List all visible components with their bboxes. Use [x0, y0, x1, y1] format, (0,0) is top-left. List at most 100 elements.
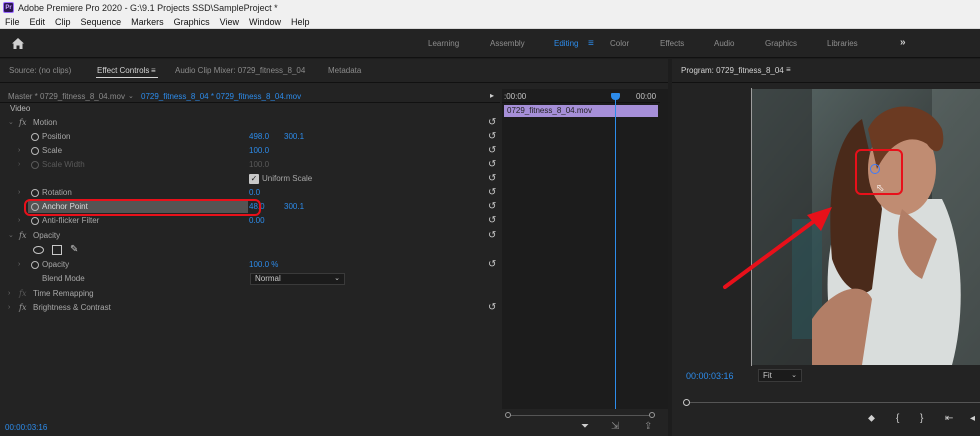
ruler-start-time: :00:00 — [504, 92, 527, 101]
fx-icon[interactable]: fx — [19, 116, 26, 130]
tab-metadata[interactable]: Metadata — [328, 66, 361, 75]
zoom-handle-right[interactable] — [649, 412, 655, 418]
workspace-learning[interactable]: Learning — [428, 39, 459, 48]
workspace-color[interactable]: Color — [610, 39, 629, 48]
share-icon[interactable]: ⇪ — [644, 421, 652, 432]
stopwatch-icon[interactable] — [31, 217, 39, 225]
scale-value[interactable]: 100.0 — [249, 144, 269, 158]
tab-effect-controls[interactable]: Effect Controls — [97, 66, 149, 75]
uniform-scale-checkbox[interactable]: ✓ — [249, 174, 259, 184]
reset-anti-flicker-icon[interactable]: ↺ — [488, 214, 496, 228]
reset-motion-icon[interactable]: ↺ — [488, 116, 496, 130]
more-workspaces-icon[interactable]: » — [900, 37, 906, 48]
position-x-value[interactable]: 498.0 — [249, 130, 269, 144]
export-icon[interactable]: ⇲ — [611, 421, 619, 432]
zoom-track[interactable] — [511, 415, 649, 416]
workspace-effects[interactable]: Effects — [660, 39, 684, 48]
program-title[interactable]: Program: 0729_fitness_8_04 — [681, 66, 784, 75]
reset-opacity-icon[interactable]: ↺ — [488, 258, 496, 272]
filter-icon[interactable]: ⏷ — [581, 421, 589, 432]
go-to-in-icon[interactable]: ⇤ — [945, 413, 953, 424]
clip-dropdown-icon[interactable]: ⌄ — [128, 92, 134, 100]
pen-mask-icon[interactable]: ✎ — [70, 243, 78, 257]
timeline-ruler[interactable]: :00:00 00:00 — [502, 89, 660, 103]
effect-brightness-contrast[interactable]: › fx Brightness & Contrast ↺ — [0, 301, 500, 315]
stopwatch-icon[interactable] — [31, 261, 39, 269]
workspace-graphics[interactable]: Graphics — [765, 39, 797, 48]
collapse-triangle-icon[interactable]: ⌄ — [8, 229, 14, 243]
menu-markers[interactable]: Markers — [126, 17, 169, 27]
current-timecode[interactable]: 00:00:03:16 — [5, 423, 47, 432]
reset-opacity-effect-icon[interactable]: ↺ — [488, 229, 496, 243]
home-icon[interactable] — [11, 37, 25, 50]
reset-rotation-icon[interactable]: ↺ — [488, 186, 496, 200]
rectangle-mask-icon[interactable] — [52, 245, 62, 255]
effect-time-remapping[interactable]: › fx Time Remapping — [0, 287, 500, 301]
menu-bar: File Edit Clip Sequence Markers Graphics… — [0, 15, 980, 29]
menu-help[interactable]: Help — [286, 17, 315, 27]
effect-motion[interactable]: ⌄ fx Motion ↺ — [0, 116, 500, 130]
effect-opacity[interactable]: ⌄ fx Opacity ↺ — [0, 229, 500, 243]
reset-position-icon[interactable]: ↺ — [488, 130, 496, 144]
stopwatch-icon[interactable] — [31, 133, 39, 141]
program-menu-icon[interactable]: ≡ — [786, 65, 791, 74]
program-playhead-handle[interactable] — [683, 399, 690, 406]
playhead[interactable] — [615, 97, 616, 409]
blend-mode-label: Blend Mode — [42, 274, 85, 283]
add-marker-icon[interactable]: ⬥ — [868, 413, 875, 424]
mark-in-icon[interactable]: { — [896, 413, 899, 424]
step-back-icon[interactable]: ◂ — [970, 413, 975, 424]
fx-icon[interactable]: fx — [19, 301, 26, 315]
mark-out-icon[interactable]: } — [920, 413, 923, 424]
zoom-level-select[interactable]: Fit ⌄ — [758, 369, 802, 382]
menu-edit[interactable]: Edit — [25, 17, 51, 27]
workspace-libraries[interactable]: Libraries — [827, 39, 858, 48]
expand-triangle-icon[interactable]: › — [8, 287, 10, 301]
opacity-value[interactable]: 100.0 % — [249, 258, 278, 272]
workspace-menu-icon[interactable]: ≡ — [588, 38, 594, 49]
tab-menu-icon[interactable]: ≡ — [151, 66, 156, 75]
anchor-y-value[interactable]: 300.1 — [284, 200, 304, 214]
menu-window[interactable]: Window — [244, 17, 286, 27]
workspace-editing[interactable]: Editing — [554, 39, 578, 48]
expand-triangle-icon[interactable]: › — [8, 301, 10, 315]
tab-audio-clip-mixer[interactable]: Audio Clip Mixer: 0729_fitness_8_04 — [175, 66, 305, 75]
stopwatch-icon[interactable] — [31, 189, 39, 197]
section-video: Video — [0, 102, 500, 116]
collapse-triangle-icon[interactable]: ⌄ — [8, 116, 14, 130]
time-remapping-label: Time Remapping — [33, 289, 94, 298]
expand-triangle-icon[interactable]: › — [18, 214, 20, 228]
show-timeline-icon[interactable]: ▸ — [490, 91, 494, 100]
menu-clip[interactable]: Clip — [50, 17, 76, 27]
master-clip-label[interactable]: Master * 0729_fitness_8_04.mov — [8, 92, 125, 101]
menu-view[interactable]: View — [215, 17, 244, 27]
reset-anchor-icon[interactable]: ↺ — [488, 200, 496, 214]
expand-triangle-icon[interactable]: › — [18, 144, 20, 158]
anti-flicker-value[interactable]: 0.00 — [249, 214, 265, 228]
workspace-assembly[interactable]: Assembly — [490, 39, 525, 48]
effect-timeline[interactable]: :00:00 00:00 0729_fitness_8_04.mov — [502, 89, 668, 409]
reset-uniform-scale-icon[interactable]: ↺ — [488, 172, 496, 186]
expand-triangle-icon[interactable]: › — [18, 186, 20, 200]
menu-graphics[interactable]: Graphics — [169, 17, 215, 27]
reset-brightness-icon[interactable]: ↺ — [488, 301, 496, 315]
expand-triangle-icon[interactable]: › — [18, 258, 20, 272]
tab-source[interactable]: Source: (no clips) — [9, 66, 71, 75]
fx-icon[interactable]: fx — [19, 229, 26, 243]
timeline-zoom-scrollbar[interactable] — [502, 411, 658, 419]
menu-file[interactable]: File — [0, 17, 25, 27]
sequence-clip-label[interactable]: 0729_fitness_8_04 * 0729_fitness_8_04.mo… — [141, 92, 301, 101]
property-opacity: › Opacity 100.0 % ↺ — [0, 258, 500, 272]
workspace-audio[interactable]: Audio — [714, 39, 734, 48]
playhead-handle[interactable] — [611, 93, 620, 100]
blend-mode-select[interactable]: Normal ⌄ — [250, 273, 345, 285]
rotation-value[interactable]: 0.0 — [249, 186, 260, 200]
stopwatch-icon[interactable] — [31, 147, 39, 155]
reset-scale-icon[interactable]: ↺ — [488, 144, 496, 158]
timeline-clip[interactable]: 0729_fitness_8_04.mov — [504, 105, 658, 117]
position-y-value[interactable]: 300.1 — [284, 130, 304, 144]
program-timecode[interactable]: 00:00:03:16 — [686, 371, 734, 381]
program-timeline-track[interactable] — [690, 402, 980, 403]
menu-sequence[interactable]: Sequence — [76, 17, 127, 27]
ellipse-mask-icon[interactable] — [33, 246, 44, 254]
